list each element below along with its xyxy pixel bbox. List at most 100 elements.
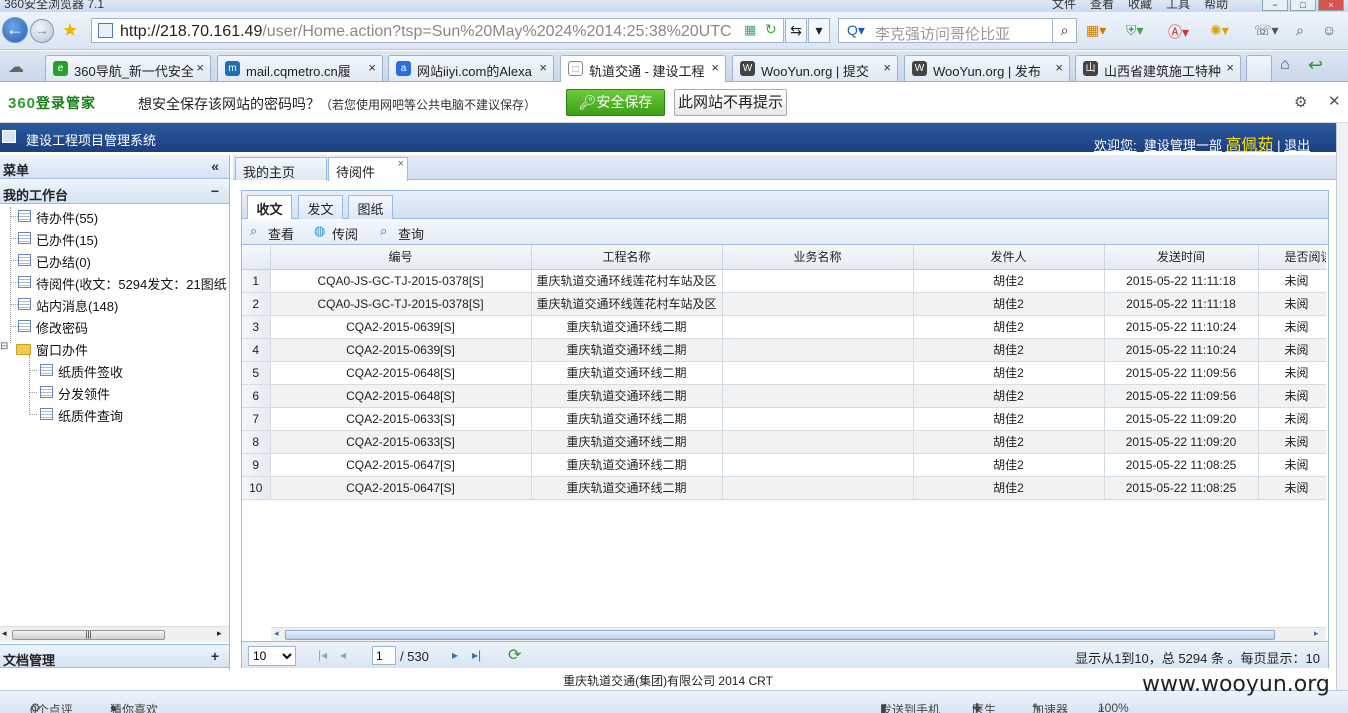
qr-code-icon[interactable]: ▦ (744, 22, 756, 38)
maximize-button[interactable]: □ (1290, 0, 1316, 11)
collapse-sidebar-icon[interactable]: « (211, 158, 219, 174)
close-icon[interactable]: ✕ (1328, 92, 1341, 110)
column-header[interactable]: 业务名称 (722, 245, 914, 270)
column-header[interactable]: 发件人 (913, 245, 1105, 270)
search-box[interactable]: Q▾ 李克强访问哥伦比亚 ⌕ (838, 18, 1077, 43)
column-header[interactable]: 是否阅读 (1258, 245, 1326, 270)
search-engine-icon[interactable]: Q▾ (847, 22, 865, 39)
close-window-button[interactable]: × (1318, 0, 1344, 11)
table-row[interactable]: 9 CQA2-2015-0647[S] 重庆轨道交通环线二期 胡佳2 2015-05-2… (242, 453, 1326, 477)
menu-tools[interactable]: 工具 (1166, 0, 1190, 12)
sidebar-item-todo[interactable]: 待办件(55) (36, 208, 98, 227)
tab-close-icon[interactable]: × (883, 60, 891, 75)
collapse-workbench-icon[interactable]: − (211, 183, 219, 199)
column-header[interactable]: 发送时间 (1104, 245, 1259, 270)
tab-outbox[interactable]: 发文 (298, 195, 343, 219)
compat-mode-icon[interactable]: ⇆ (785, 18, 807, 43)
sidebar-item-password[interactable]: 修改密码 (36, 318, 88, 337)
menu-view[interactable]: 查看 (1090, 0, 1114, 12)
browser-tab[interactable]: a 网站iiyi.com的Alexa × (388, 55, 554, 81)
next-page-icon[interactable]: ▸ (452, 648, 458, 662)
expand-docs-icon[interactable]: + (211, 648, 219, 664)
magnifier-icon[interactable]: ⌕ (1296, 22, 1304, 39)
back-button[interactable]: ← (2, 17, 28, 43)
settings-gear-icon[interactable]: ✺▾ (1210, 22, 1229, 39)
scroll-left-icon[interactable]: ◂ (2, 628, 7, 639)
tab-close-icon[interactable]: × (368, 60, 376, 75)
chat-icon[interactable]: ☏▾ (1254, 22, 1279, 39)
page-size-select[interactable]: 10 (248, 646, 296, 666)
minimize-button[interactable]: − (1262, 0, 1288, 11)
sidebar-item-messages[interactable]: 站内消息(148) (36, 296, 118, 315)
table-row[interactable]: 2 CQA0-JS-GC-TJ-2015-0378[S] 重庆轨道交通环线莲花村车站… (242, 292, 1326, 316)
user-avatar-icon[interactable]: ☺ (1322, 22, 1336, 38)
workbench-header[interactable]: 我的工作台 − (0, 180, 229, 204)
scroll-right-icon[interactable]: ▸ (217, 628, 222, 639)
tab-inbox[interactable]: 收文 (247, 195, 292, 220)
query-button[interactable]: ⌕ 查询 (380, 223, 424, 243)
scroll-right-icon[interactable]: ▸ (1314, 628, 1319, 639)
page-vertical-scrollbar[interactable] (1336, 123, 1348, 690)
home-icon[interactable]: ⌂ (1280, 56, 1290, 74)
browser-tab[interactable]: 山 山西省建筑施工特种 × (1075, 55, 1241, 81)
table-row[interactable]: 10 CQA2-2015-0647[S] 重庆轨道交通环线二期 胡佳2 2015-05-… (242, 476, 1326, 500)
undo-close-icon[interactable]: ↩ (1308, 55, 1323, 76)
tree-collapse-icon[interactable]: ⊟ (0, 341, 8, 352)
tab-close-icon[interactable]: × (196, 60, 204, 75)
first-page-icon[interactable]: |◂ (318, 648, 327, 662)
sidebar-item-query[interactable]: 纸质件查询 (58, 406, 123, 425)
table-row[interactable]: 6 CQA2-2015-0648[S] 重庆轨道交通环线二期 胡佳2 2015-05-2… (242, 384, 1326, 408)
tab-close-icon[interactable]: × (539, 60, 547, 75)
cloud-icon[interactable]: ☁ (8, 57, 24, 77)
tab-close-icon[interactable]: × (1055, 60, 1063, 75)
prev-page-icon[interactable]: ◂ (340, 648, 346, 662)
gear-icon[interactable]: ⚙ (1294, 93, 1307, 111)
tab-close-icon[interactable]: × (1226, 60, 1234, 75)
docs-header[interactable]: 文档管理 + (0, 644, 229, 668)
sidebar-item-done[interactable]: 已办件(15) (36, 230, 98, 249)
tab-drawings[interactable]: 图纸 (348, 195, 393, 219)
page-number-input[interactable] (372, 646, 396, 665)
browser-tab[interactable]: W WooYun.org | 提交 × (732, 55, 898, 81)
menu-help[interactable]: 帮助 (1204, 0, 1228, 12)
sidebar-item-closed[interactable]: 已办结(0) (36, 252, 91, 271)
last-page-icon[interactable]: ▸| (472, 648, 481, 662)
sidebar-item-toread[interactable]: 待阅件(收文：5294发文：21图纸：1 (36, 274, 229, 293)
view-button[interactable]: ⌕ 查看 (250, 223, 294, 243)
tab-close-icon[interactable]: × (398, 158, 404, 170)
table-row[interactable]: 1 CQA0-JS-GC-TJ-2015-0378[S] 重庆轨道交通环线莲花村车站… (242, 269, 1326, 293)
pdf-icon[interactable]: Ⓐ▾ (1168, 22, 1189, 42)
menu-file[interactable]: 文件 (1052, 0, 1076, 12)
refresh-icon[interactable]: ↻ (765, 21, 777, 38)
menu-favorites[interactable]: 收藏 (1128, 0, 1152, 12)
table-row[interactable]: 3 CQA2-2015-0639[S] 重庆轨道交通环线二期 胡佳2 2015-05-2… (242, 315, 1326, 339)
forward-button[interactable]: → (30, 19, 54, 43)
column-header[interactable]: 编号 (270, 245, 532, 270)
grid-horizontal-scrollbar[interactable]: ◂ ▸ (271, 627, 1326, 641)
sidebar-item-distribute[interactable]: 分发领件 (58, 384, 110, 403)
refresh-icon[interactable]: ⟳ (508, 645, 521, 665)
tab-home[interactable]: 我的主页 (235, 157, 327, 180)
circulate-button[interactable]: ◍ 传阅 (314, 223, 358, 243)
scroll-left-icon[interactable]: ◂ (274, 628, 279, 639)
browser-tab[interactable]: e 360导航_新一代安全 × (45, 55, 211, 81)
favorite-star-icon[interactable]: ★ (62, 20, 78, 41)
shield-icon[interactable]: ⛨▾ (1126, 22, 1144, 39)
table-row[interactable]: 5 CQA2-2015-0648[S] 重庆轨道交通环线二期 胡佳2 2015-05-2… (242, 361, 1326, 385)
logout-link[interactable]: 退出 (1284, 138, 1310, 153)
browser-tab[interactable]: W WooYun.org | 发布 × (904, 55, 1070, 81)
sidebar-folder-window[interactable]: 窗口办件 (36, 340, 88, 359)
scrollbar-thumb[interactable]: ||| (12, 630, 165, 640)
apps-icon[interactable]: ▦▾ (1086, 22, 1106, 39)
sidebar-scrollbar[interactable]: ◂ ||| ▸ (0, 626, 229, 642)
sidebar-item-sign[interactable]: 纸质件签收 (58, 362, 123, 381)
tab-close-icon[interactable]: × (711, 60, 719, 75)
table-row[interactable]: 8 CQA2-2015-0633[S] 重庆轨道交通环线二期 胡佳2 2015-05-2… (242, 430, 1326, 454)
browser-tab[interactable]: m mail.cqmetro.cn履 × (217, 55, 383, 81)
column-header[interactable]: 工程名称 (531, 245, 723, 270)
safe-save-button[interactable]: 🔑︎安全保存 (566, 89, 665, 116)
address-dropdown-icon[interactable]: ▾ (808, 18, 830, 43)
table-row[interactable]: 4 CQA2-2015-0639[S] 重庆轨道交通环线二期 胡佳2 2015-05-2… (242, 338, 1326, 362)
browser-tab-active[interactable]: □ 轨道交通 - 建设工程 × (560, 55, 726, 82)
new-tab-button[interactable] (1246, 55, 1272, 81)
